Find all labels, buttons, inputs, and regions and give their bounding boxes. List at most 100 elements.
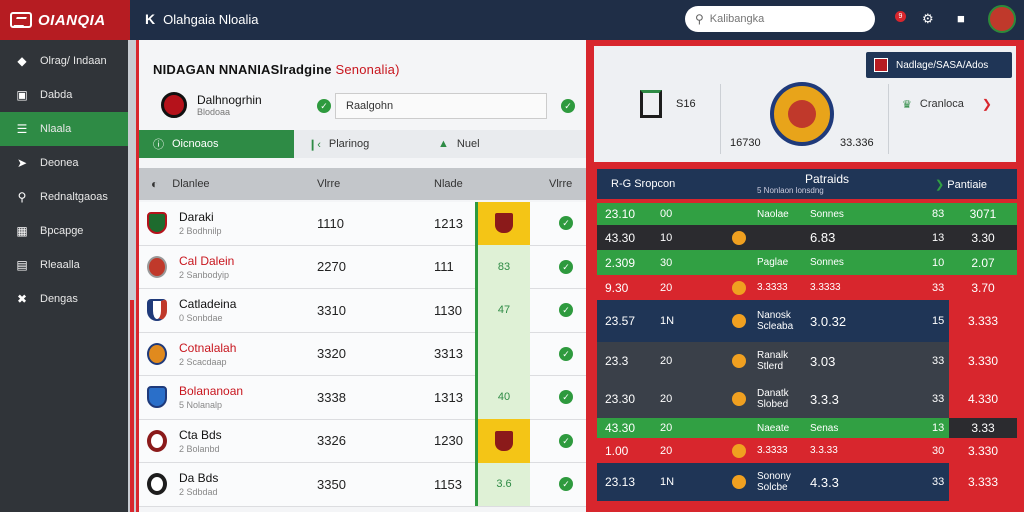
- row-odds[interactable]: 3.30: [949, 225, 1017, 250]
- notification-badge[interactable]: 9: [895, 11, 906, 22]
- row-odds[interactable]: 3.333: [949, 463, 1017, 501]
- list-icon: ☰: [16, 122, 28, 136]
- team-field[interactable]: Raalgohn: [335, 93, 547, 119]
- col-header[interactable]: Nlade: [434, 178, 463, 190]
- panel-title-accent: Senonalia): [335, 62, 400, 77]
- standings-table: Daraki 2 Bodhnilp 1110 1213 ✓ Cal Dalein 2…: [139, 201, 586, 507]
- col-header[interactable]: Vlrre: [549, 178, 572, 190]
- col-header[interactable]: Dlanlee: [172, 178, 209, 190]
- table-row[interactable]: Bolananoan 5 Nolanalp 3338 1313 40 ✓: [139, 375, 586, 420]
- row-score: 2.309: [605, 255, 636, 270]
- row-team: Catladeina: [179, 297, 237, 312]
- search-box[interactable]: ⚲: [685, 6, 875, 32]
- results-row[interactable]: 23.3 20 Ranalk Stlerd 3.03 33 3.330: [597, 342, 1017, 380]
- row-sub: 2 Bolanbd: [179, 443, 220, 454]
- app-logo[interactable]: OIANQIA: [0, 0, 130, 40]
- row-value: 3338: [317, 389, 346, 405]
- results-subtitle: 5 Nonlaon lonsdng: [757, 186, 824, 195]
- check-icon[interactable]: ✓: [561, 99, 575, 113]
- row-odds[interactable]: 3.330: [949, 342, 1017, 380]
- standings-panel: NIDAGAN NNANIASlradgine Senonalia) Dalhn…: [136, 40, 586, 512]
- results-row[interactable]: 23.13 1N Sonony Solcbe 4.3.3 33 3.333: [597, 463, 1017, 501]
- table-row[interactable]: Catladeina 0 Sonbdae 3310 1130 47 ✓: [139, 288, 586, 333]
- row-label-b: Solcbe: [757, 482, 788, 493]
- tab-label: Nuel: [456, 138, 480, 150]
- row-value: 2270: [317, 259, 346, 275]
- row-odds[interactable]: 3.333: [949, 300, 1017, 342]
- check-icon[interactable]: ✓: [559, 433, 573, 448]
- search-icon: ⚲: [17, 190, 27, 204]
- check-icon[interactable]: ✓: [559, 390, 573, 404]
- table-row[interactable]: Daraki 2 Bodhnilp 1110 1213 ✓: [139, 201, 586, 246]
- results-col-left[interactable]: R-G Sropcon: [611, 178, 675, 190]
- logo-text: OIANQIA: [38, 11, 106, 29]
- action-button[interactable]: Nadlage/SASA/Ados: [866, 52, 1012, 78]
- action-button-label: Nadlage/SASA/Ados: [896, 59, 989, 71]
- check-icon[interactable]: ✓: [559, 303, 573, 317]
- results-row[interactable]: 43.30 20 Naeate Senas 13 3.33: [597, 418, 1017, 438]
- tab-next[interactable]: ▲ Nuel: [424, 130, 480, 158]
- lock-icon[interactable]: ■: [957, 11, 965, 26]
- row-odds[interactable]: 3.330: [949, 438, 1017, 463]
- sidebar-item-4[interactable]: ⚲ Rednaltgaoas: [0, 180, 128, 214]
- score-label: S16: [676, 98, 696, 110]
- team-header[interactable]: Dalhnogrhin Blodoaa: [161, 92, 262, 118]
- results-row[interactable]: 1.00 20 3.3333 3.3.33 30 3.330: [597, 438, 1017, 463]
- settings-icon[interactable]: ⚙: [922, 11, 934, 27]
- results-row[interactable]: 23.30 20 Danatk Slobed 3.3.3 33 4.330: [597, 380, 1017, 418]
- check-icon[interactable]: ✓: [559, 346, 573, 361]
- sidebar-item-3[interactable]: ➤ Deonea: [0, 146, 128, 180]
- row-value: 3.3.3: [810, 391, 839, 407]
- sidebar-item-label: Rednaltgaoas: [40, 191, 108, 203]
- table-row[interactable]: Cotnalalah 2 Scacdaap 3320 3313 ✓: [139, 332, 586, 376]
- results-col-right[interactable]: ❯ Pantiaie: [935, 178, 987, 191]
- check-icon[interactable]: ✓: [559, 216, 573, 230]
- table-row[interactable]: Cta Bds 2 Bolanbd 3326 1230 ✓: [139, 419, 586, 463]
- sidebar-item-2[interactable]: ☰ Nlaala: [0, 112, 128, 146]
- row-value: 3313: [434, 346, 463, 362]
- results-row[interactable]: 2.309 30 Paglae Sonnes 10 2.07: [597, 250, 1017, 275]
- table-row[interactable]: Cal Dalein 2 Sanbodyip 2270 111 83 ✓: [139, 245, 586, 289]
- row-team: Bolananoan: [179, 384, 244, 399]
- team-subtitle: Blodoaa: [197, 107, 231, 117]
- accent-bar: [130, 300, 134, 512]
- sidebar-item-5[interactable]: ▦ Bpcapge: [0, 214, 128, 248]
- tab-planning[interactable]: ❙‹ Plarinog: [294, 130, 424, 158]
- row-value: 6.83: [810, 230, 836, 245]
- table-row[interactable]: Da Bds 2 Sdbdad 3350 1153 3.6 ✓: [139, 462, 586, 507]
- check-icon[interactable]: ✓: [559, 259, 573, 274]
- sidebar-item-6[interactable]: ▤ Rleaalla: [0, 248, 128, 282]
- col-header[interactable]: Vlrre: [317, 178, 340, 190]
- avatar[interactable]: [988, 5, 1016, 33]
- row-odds[interactable]: 4.330: [949, 380, 1017, 418]
- row-label-b: Slobed: [757, 399, 789, 410]
- sidebar-item-1[interactable]: ▣ Dabda: [0, 78, 128, 112]
- row-odds[interactable]: 3071: [949, 203, 1017, 225]
- sidebar: ◆ Olrag/ Indaan ▣ Dabda ☰ Nlaala ➤ Deonea ⚲ R…: [0, 40, 128, 512]
- row-period: 20: [660, 355, 673, 367]
- results-row[interactable]: 23.57 1N Nanosk Scleaba 3.0.32 15 3.333: [597, 300, 1017, 342]
- side-link-label: Cranloca: [919, 98, 964, 110]
- row-odds[interactable]: 2.07: [949, 250, 1017, 275]
- row-odds[interactable]: 3.33: [949, 418, 1017, 438]
- sidebar-item-label: Bpcapge: [40, 225, 84, 237]
- row-odds[interactable]: 3.70: [949, 275, 1017, 300]
- results-row[interactable]: 9.30 20 3.3333 3.3333 33 3.70: [597, 275, 1017, 300]
- row-score: 43.30: [605, 230, 636, 245]
- tab-overview[interactable]: ⓘ Oicnoaos: [139, 130, 294, 158]
- row-value: 1110: [317, 215, 344, 231]
- results-row[interactable]: 23.10 00 Naolae Sonnes 83 3071: [597, 203, 1017, 225]
- row-team: Da Bds: [179, 471, 219, 486]
- side-link[interactable]: ♛ Cranloca ❯: [902, 97, 992, 111]
- sidebar-item-7[interactable]: ✖ Dengas: [0, 282, 128, 316]
- flag-icon: ❙‹: [308, 138, 321, 151]
- results-row[interactable]: 43.30 10 6.83 13 3.30: [597, 225, 1017, 250]
- top-bar: OIANQIA K Olahgaia Nloalia ⚲ 9 ⚙ ■: [0, 0, 1024, 40]
- row-score: 23.30: [605, 392, 636, 406]
- search-input[interactable]: [709, 13, 860, 25]
- filter-icon[interactable]: ◐: [151, 177, 158, 191]
- row-count: 83: [932, 208, 945, 220]
- row-sub: 0 Sonbdae: [179, 313, 223, 324]
- sidebar-item-0[interactable]: ◆ Olrag/ Indaan: [0, 44, 128, 78]
- check-icon[interactable]: ✓: [559, 477, 573, 491]
